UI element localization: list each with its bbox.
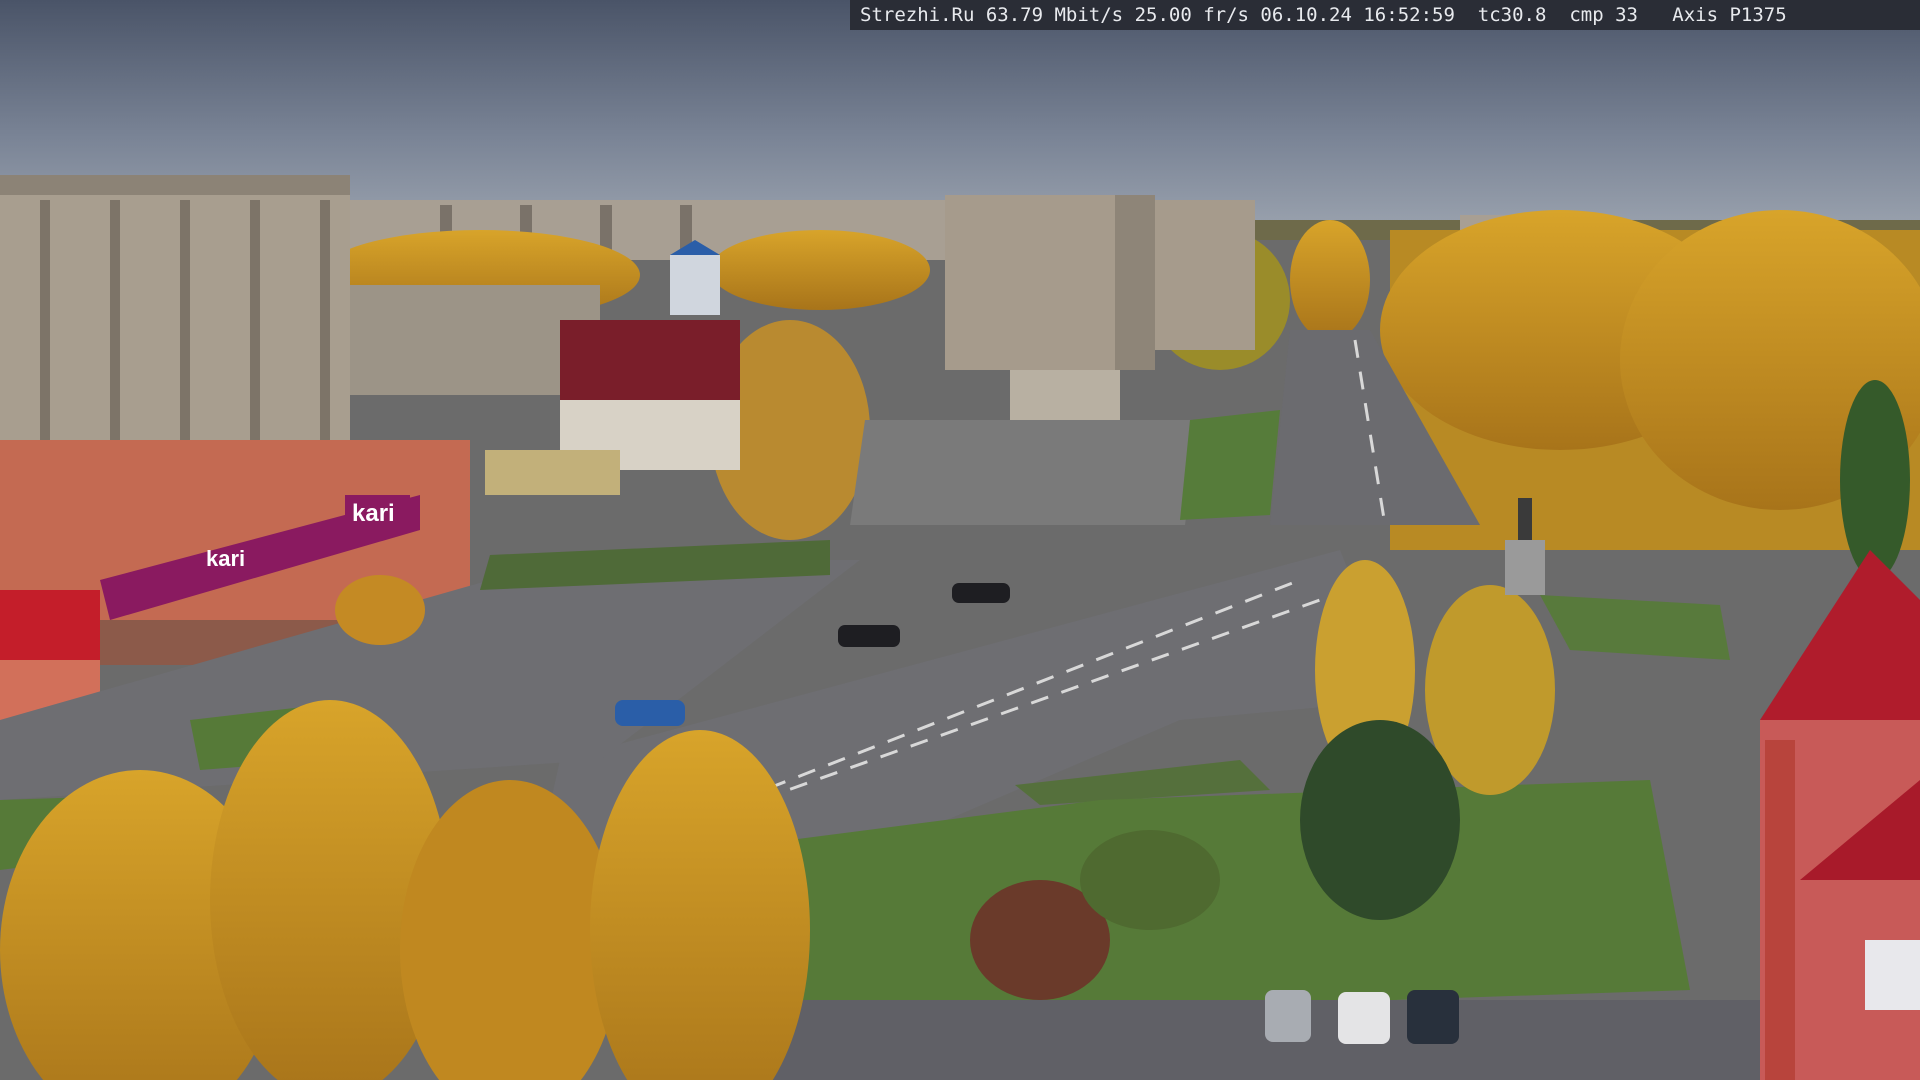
overlay-framerate: 25.00 fr/s <box>1134 4 1249 26</box>
overlay-cmp: cmp 33 <box>1569 4 1638 26</box>
overlay-bitrate: 63.79 Mbit/s <box>985 4 1124 26</box>
webcam-scene: kari kari <box>0 0 1920 1080</box>
kari-sign-text: kari <box>352 500 395 527</box>
overlay-camera: Axis P1375 <box>1672 4 1787 26</box>
overlay-datetime: 06.10.24 16:52:59 <box>1260 4 1455 26</box>
town-square <box>850 420 1200 525</box>
overlay-tc: tc30.8 <box>1477 4 1547 26</box>
camera-info-overlay: Strezhi.Ru 63.79 Mbit/s 25.00 fr/s 06.10… <box>850 0 1920 30</box>
kari-sign-side-text: kari <box>206 546 245 571</box>
overlay-site: Strezhi.Ru <box>860 4 975 26</box>
